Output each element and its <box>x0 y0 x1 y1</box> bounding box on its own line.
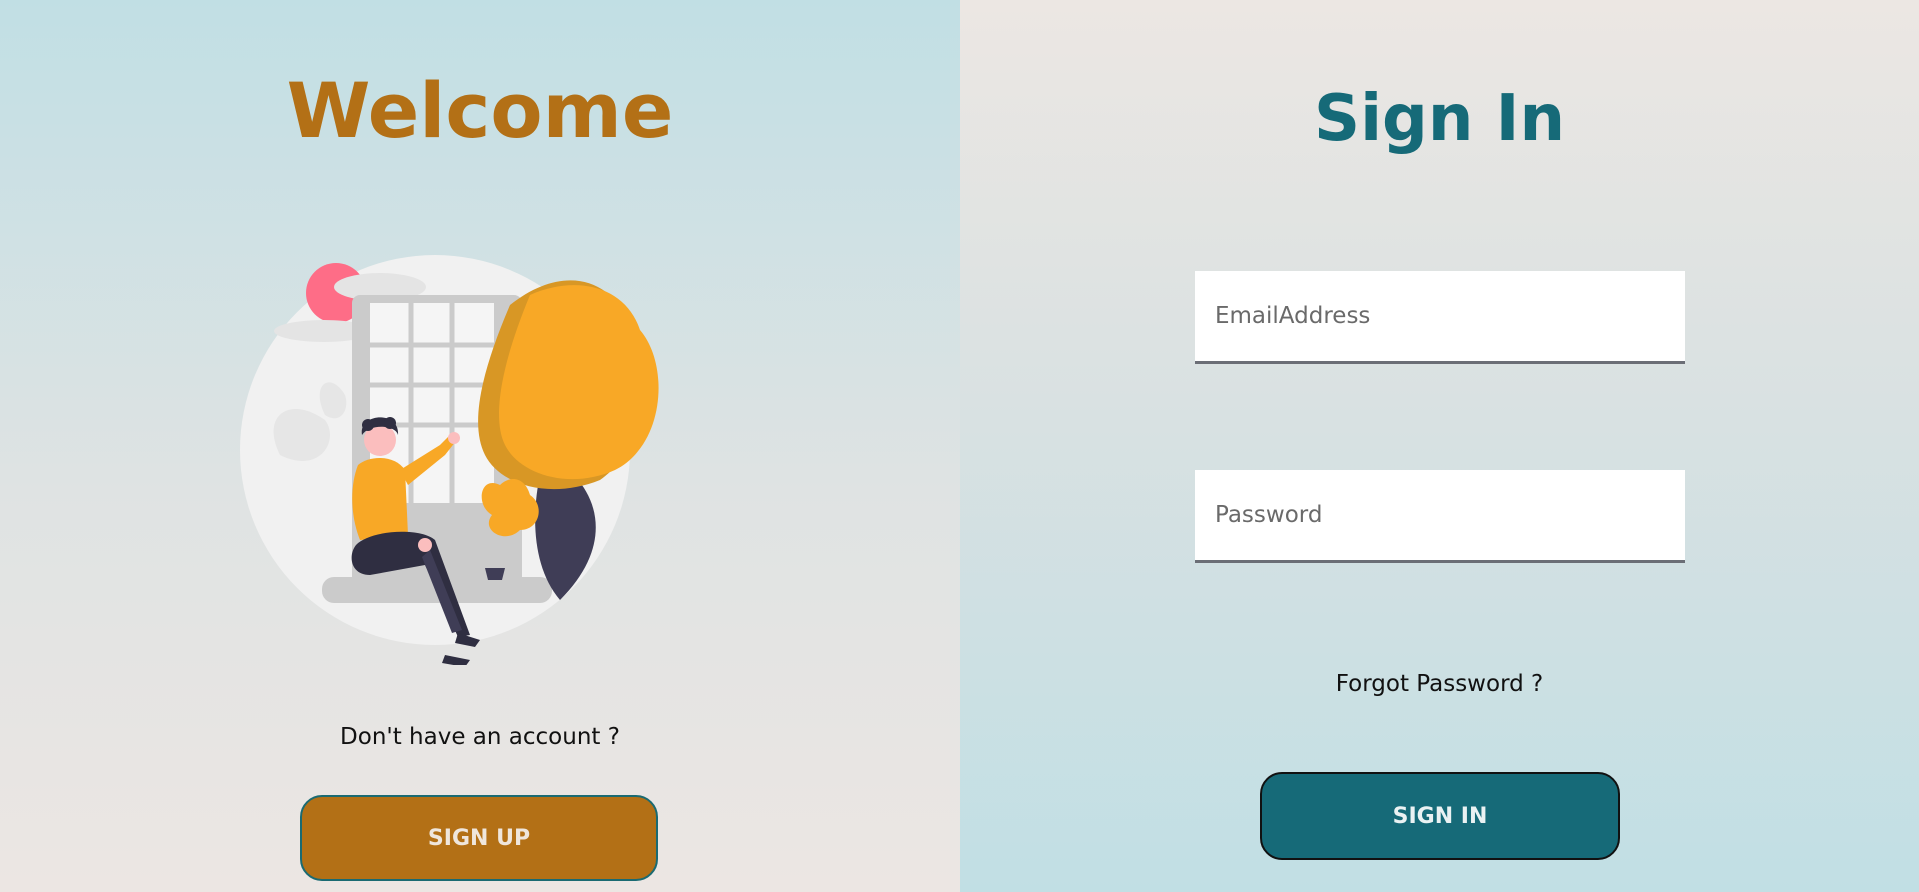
welcome-panel: Welcome Don't have an account ? SIGN UP <box>0 0 960 892</box>
signin-title: Sign In <box>1313 82 1566 156</box>
email-field[interactable] <box>1195 271 1685 364</box>
signin-page: Welcome Don't have an account ? SIGN UP … <box>0 0 1919 892</box>
signin-button[interactable]: SIGN IN <box>1260 772 1620 860</box>
forgot-password-link[interactable]: Forgot Password ? <box>960 671 1919 697</box>
tree-canopy <box>499 285 659 480</box>
welcome-title: Welcome <box>286 66 674 155</box>
woman-at-window-illustration <box>240 255 659 665</box>
signup-button[interactable]: SIGN UP <box>300 795 658 881</box>
password-field[interactable] <box>1195 470 1685 563</box>
no-account-text: Don't have an account ? <box>340 724 620 750</box>
signin-panel: Sign In Forgot Password ? SIGN IN <box>960 0 1919 892</box>
cup-icon <box>485 568 505 580</box>
